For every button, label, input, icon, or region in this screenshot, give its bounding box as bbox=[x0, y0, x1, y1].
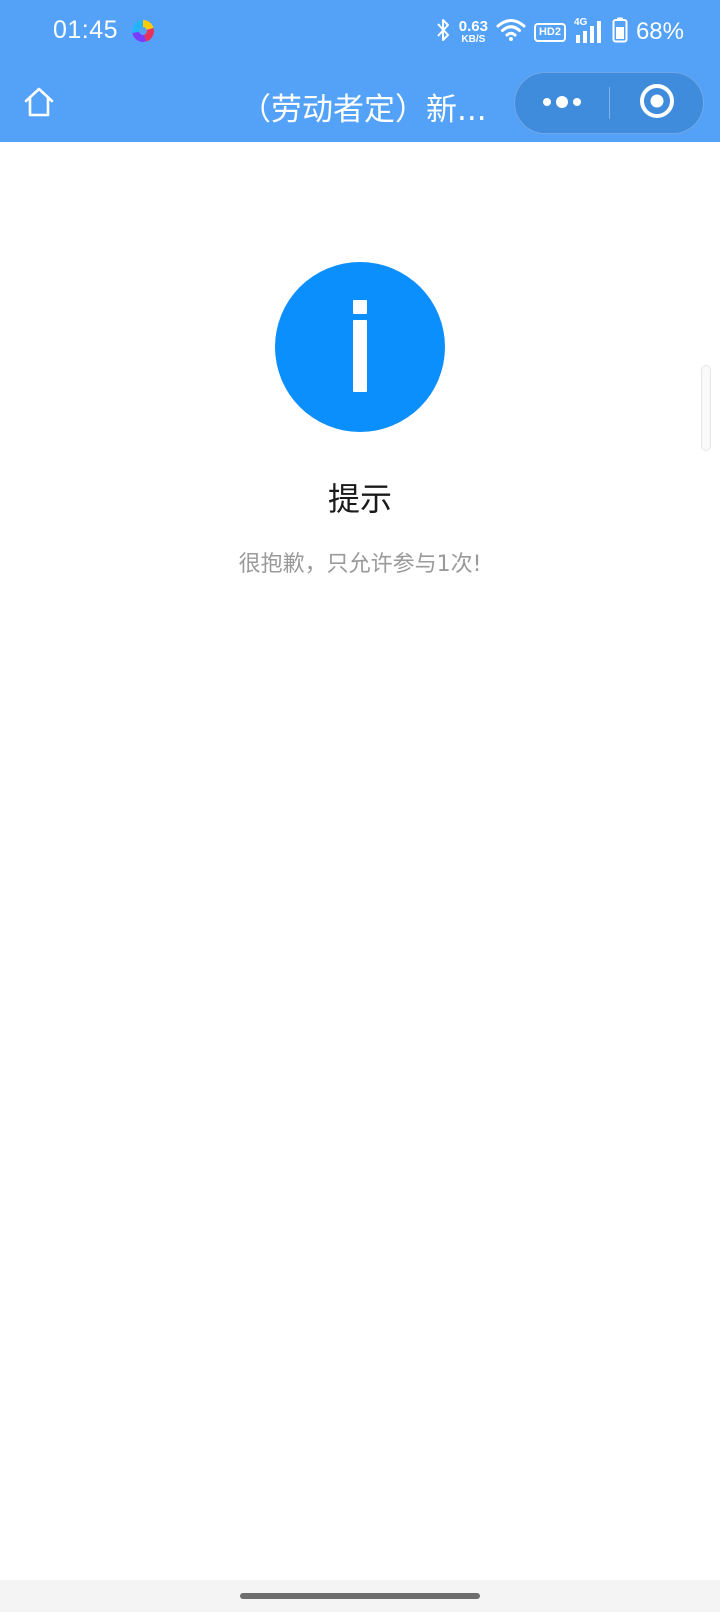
home-icon bbox=[22, 85, 56, 123]
battery-icon bbox=[612, 17, 628, 47]
battery-percent: 68% bbox=[635, 18, 684, 45]
message-text: 很抱歉，只允许参与1次! bbox=[238, 552, 482, 577]
message-title: 提示 bbox=[327, 480, 392, 518]
signal-icon: 4G bbox=[574, 17, 604, 45]
status-icons: 0.63 KB/S HD2 4G 68% bbox=[435, 14, 684, 50]
net-speed-unit: KB/S bbox=[461, 34, 486, 45]
net-speed: 0.63 KB/S bbox=[459, 19, 488, 45]
home-button[interactable] bbox=[18, 83, 60, 125]
gesture-bar-area bbox=[0, 1580, 720, 1612]
info-icon-dot bbox=[353, 300, 367, 314]
status-bar: 01:45 0.63 KB/S HD2 4G 68% bbox=[0, 0, 720, 66]
screen: 01:45 0.63 KB/S HD2 4G 68% （劳动者定）新... 提示… bbox=[0, 0, 720, 1612]
net-speed-value: 0.63 bbox=[458, 18, 488, 35]
status-time: 01:45 bbox=[53, 16, 119, 44]
info-icon bbox=[275, 262, 445, 432]
home-indicator[interactable] bbox=[240, 1593, 480, 1599]
app-icon bbox=[132, 20, 154, 42]
mini-program-capsule bbox=[514, 72, 704, 134]
wifi-icon bbox=[496, 18, 526, 46]
more-button[interactable] bbox=[515, 73, 609, 133]
scrollbar[interactable] bbox=[701, 365, 711, 451]
close-target-icon bbox=[637, 81, 677, 125]
nav-bar: （劳动者定）新... bbox=[0, 66, 720, 142]
bluetooth-icon bbox=[435, 17, 451, 47]
page-title: （劳动者定）新... bbox=[240, 92, 487, 128]
close-button[interactable] bbox=[610, 73, 704, 133]
more-icon bbox=[541, 94, 583, 113]
info-icon-bar bbox=[353, 320, 367, 392]
hd-badge: HD2 bbox=[533, 22, 566, 42]
